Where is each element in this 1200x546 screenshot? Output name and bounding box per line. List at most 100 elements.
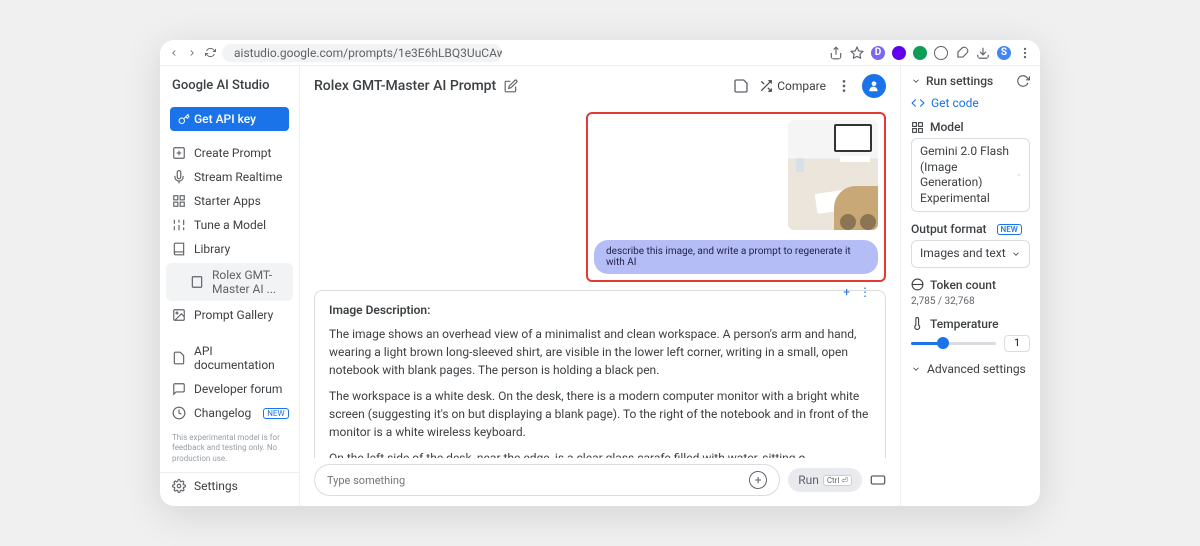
sidebar-item-gallery[interactable]: Prompt Gallery [160,303,299,327]
output-label: Output format [911,222,987,236]
sidebar-item-label: Library [194,242,230,256]
insert-above-icon[interactable]: + ⋮ [843,283,871,301]
image-carafe [796,158,804,172]
keyboard-icon[interactable] [870,472,886,488]
chevron-down-icon [1017,170,1021,180]
sidebar-item-stream[interactable]: Stream Realtime [160,165,299,189]
user-message: describe this image, and write a prompt … [594,240,878,274]
disclaimer: This experimental model is for feedback … [160,425,299,472]
browser-toolbar: aistudio.google.com/prompts/1e3E6hLBQ3Uu… [160,40,1040,66]
gear-icon [172,479,186,493]
reset-icon[interactable] [1016,74,1030,88]
edit-icon[interactable] [504,79,518,93]
sidebar-item-docs[interactable]: API documentation [160,339,299,377]
image-action-icon[interactable] [840,214,856,230]
add-attachment-icon[interactable]: + [749,471,767,489]
save-icon[interactable] [733,78,749,94]
forward-icon[interactable] [186,47,198,59]
advanced-label: Advanced settings [927,362,1026,376]
token-icon [911,278,924,291]
sidebar-item-label: Starter Apps [194,194,261,208]
temperature-slider[interactable] [911,342,996,345]
get-api-key-button[interactable]: Get API key [170,107,289,131]
docs-icon [172,351,186,365]
compare-button[interactable]: Compare [759,79,826,93]
doc-icon [190,275,204,289]
new-badge: NEW [997,224,1022,235]
conversation: describe this image, and write a prompt … [300,106,900,458]
sidebar-item-label: Create Prompt [194,146,271,160]
new-badge: NEW [263,408,288,419]
chevron-down-icon [911,364,921,374]
sidebar-item-label: Tune a Model [194,218,266,232]
output-section: Output format NEW Images and text [911,222,1030,268]
url-text: aistudio.google.com/prompts/1e3E6hLBQ3Uu… [234,46,502,60]
getcode-label: Get code [931,96,979,110]
back-icon[interactable] [168,47,180,59]
chevron-down-icon [1011,249,1021,259]
browser-actions: D S [829,46,1032,60]
user-avatar[interactable] [862,74,886,98]
token-label: Token count [930,278,996,292]
output-select[interactable]: Images and text [911,240,1030,268]
sidebar-item-create-prompt[interactable]: Create Prompt [160,141,299,165]
extensions-menu-icon[interactable] [955,46,969,60]
more-icon[interactable] [836,78,852,94]
model-select[interactable]: Gemini 2.0 Flash (Image Generation) Expe… [911,138,1030,212]
response-paragraph: The workspace is a white desk. On the de… [329,387,871,441]
chevron-down-icon[interactable] [911,76,921,86]
key-icon [178,113,190,125]
forum-icon [172,382,186,396]
profile-avatar[interactable]: S [997,46,1011,60]
sidebar-item-starter[interactable]: Starter Apps [160,189,299,213]
temperature-value[interactable]: 1 [1004,335,1030,352]
image-monitor [834,124,872,152]
sidebar-item-label: Changelog [194,406,251,420]
address-bar[interactable]: aistudio.google.com/prompts/1e3E6hLBQ3Uu… [222,44,502,62]
prompt-input-wrapper[interactable]: + [314,464,780,496]
sidebar-item-settings[interactable]: Settings [160,472,299,499]
extension-icon[interactable] [913,46,927,60]
output-value: Images and text [920,246,1006,262]
response-paragraph: On the left side of the desk, near the e… [329,449,871,458]
image-actions [594,214,876,230]
user-turn: describe this image, and write a prompt … [586,112,886,282]
get-code-link[interactable]: Get code [911,96,1030,110]
extension-icon[interactable]: D [871,46,885,60]
api-key-label: Get API key [194,112,256,126]
extension-icon[interactable] [892,46,906,60]
sidebar: Google AI Studio Get API key Create Prom… [160,66,300,506]
sidebar-item-label: Developer forum [194,382,282,396]
run-settings-panel: Run settings Get code Model Gemini 2.0 F… [900,66,1040,506]
slider-thumb[interactable] [937,337,949,349]
main: Rolex GMT-Master AI Prompt Compare [300,66,900,506]
app-shell: Google AI Studio Get API key Create Prom… [160,66,1040,506]
run-label: Run [798,473,819,487]
gallery-icon [172,308,186,322]
sidebar-item-library-entry[interactable]: Rolex GMT-Master AI ... [166,263,293,301]
prompt-input[interactable] [327,474,743,487]
sidebar-item-label: API documentation [194,344,287,372]
sidebar-item-label: Rolex GMT-Master AI ... [212,268,281,296]
sidebar-item-forum[interactable]: Developer forum [160,377,299,401]
share-icon[interactable] [829,46,843,60]
tune-icon [172,218,186,232]
sidebar-item-changelog[interactable]: Changelog NEW [160,401,299,425]
more-icon[interactable] [1018,46,1032,60]
download-icon[interactable] [976,46,990,60]
response-heading: Image Description: [329,301,871,319]
extension-icon[interactable] [934,46,948,60]
sidebar-item-library[interactable]: Library [160,237,299,261]
library-icon [172,242,186,256]
panel-title: Run settings [926,74,993,88]
run-button[interactable]: RunCtrl ⏎ [788,468,862,492]
model-icon [911,121,924,134]
advanced-settings-toggle[interactable]: Advanced settings [911,362,1030,376]
sidebar-item-tune[interactable]: Tune a Model [160,213,299,237]
model-section: Model Gemini 2.0 Flash (Image Generation… [911,120,1030,212]
temperature-section: Temperature 1 [911,317,1030,352]
star-icon[interactable] [850,46,864,60]
reload-icon[interactable] [204,47,216,59]
image-action-icon[interactable] [860,214,876,230]
sidebar-item-label: Stream Realtime [194,170,282,184]
